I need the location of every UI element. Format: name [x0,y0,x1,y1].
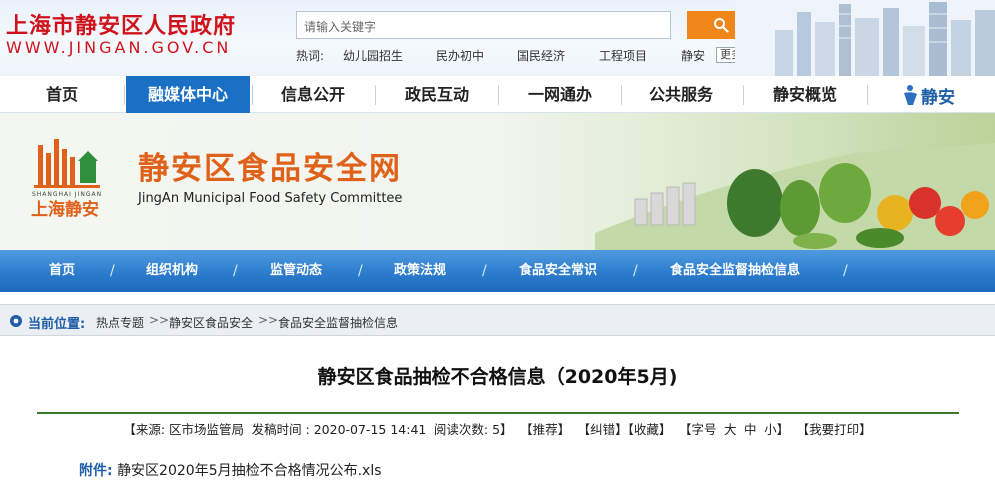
banner-subtitle: JingAn Municipal Food Safety Committee [138,191,403,206]
nav-item-one-stop[interactable]: 一网通办 [500,76,620,113]
nav-item-media-center[interactable]: 融媒体中心 [126,76,250,113]
hot-word-link[interactable]: 静安 [681,47,705,64]
subnav-item-home[interactable]: 首页 [49,250,75,292]
hot-words-label: 热词: [296,49,325,63]
subnav-item-supervision-news[interactable]: 监管动态 [270,250,322,292]
jingan-logo-text: 静安 [921,87,955,108]
hot-word-link[interactable]: 幼儿园招生 [343,47,403,64]
subnav-item-food-safety-knowledge[interactable]: 食品安全常识 [519,250,597,292]
emblem-caption-cn: 上海静安 [31,199,99,220]
subnav-item-inspection-info[interactable]: 食品安全监督抽检信息 [670,250,800,292]
jingan-logo[interactable]: 静安 [902,80,955,110]
nav-divider [124,85,125,105]
print-link[interactable]: 【我要打印】 [797,422,872,437]
subnav-divider: / [110,263,115,279]
jingan-emblem-logo: SHANGHAI JINGAN 上海静安 [31,139,102,220]
city-skyline-illustration [735,0,995,76]
emblem-caption-en: SHANGHAI JINGAN [32,191,102,198]
breadcrumb-label: 当前位置: [28,317,86,332]
breadcrumb-link[interactable]: 食品安全监督抽检信息 [278,314,398,331]
nav-divider [867,85,868,105]
title-divider [37,412,959,414]
error-report-link[interactable]: 【纠错】 [578,422,628,437]
attachment-link[interactable]: 静安区2020年5月抽检不合格情况公布.xls [117,463,381,479]
font-size-label: 【字号 [678,422,717,437]
nav-divider [498,85,499,105]
subnav-divider: / [843,263,848,279]
nav-divider [743,85,744,105]
breadcrumb-separator: >> [149,313,170,327]
nav-item-home[interactable]: 首页 [2,76,122,113]
favorite-link[interactable]: 【收藏】 [628,422,672,437]
breadcrumb: 当前位置: 热点专题 >> 静安区食品安全 >> 食品安全监督抽检信息 [0,304,995,336]
jingan-logo-icon [904,85,917,105]
location-pin-icon [10,315,22,327]
sub-nav: 首页 / 组织机构 / 监管动态 / 政策法规 / 食品安全常识 / 食品安全监… [0,250,995,292]
breadcrumb-link[interactable]: 热点专题 [96,314,144,331]
font-size-large[interactable]: 大 [724,422,737,437]
site-url: WWW.JINGAN.GOV.CN [6,38,232,57]
nav-item-public-service[interactable]: 公共服务 [621,76,741,113]
hot-word-link[interactable]: 民办初中 [436,47,484,64]
breadcrumb-link[interactable]: 静安区食品安全 [169,314,253,331]
attachment-row: 附件: 静安区2020年5月抽检不合格情况公布.xls [79,460,382,480]
breadcrumb-separator: >> [258,313,279,327]
subnav-divider: / [358,263,363,279]
search-input[interactable]: 请输入关键字 [296,11,671,39]
vegetables-illustration [595,143,995,250]
attachment-label: 附件: [79,463,113,479]
search-icon [713,18,729,33]
banner: SHANGHAI JINGAN 上海静安 静安区食品安全网 JingAn Mun… [0,113,995,250]
article-meta: 【来源: 区市场监管局 发稿时间 : 2020-07-15 14:41 阅读次数… [0,419,995,438]
subnav-divider: / [482,263,487,279]
font-size-medium[interactable]: 中 [744,422,757,437]
subnav-divider: / [633,263,638,279]
nav-divider [375,85,376,105]
main-nav: 首页 融媒体中心 信息公开 政民互动 一网通办 公共服务 静安概览 静安 [0,76,995,113]
font-size-small[interactable]: 小】 [764,422,789,437]
meta-views: 阅读次数: 5】 [433,422,513,437]
banner-title: 静安区食品安全网 [138,151,402,187]
subnav-divider: / [233,263,238,279]
nav-item-interaction[interactable]: 政民互动 [377,76,497,113]
meta-publish-time: 发稿时间 : 2020-07-15 14:41 [251,422,427,437]
nav-item-info-public[interactable]: 信息公开 [253,76,373,113]
recommend-link[interactable]: 【推荐】 [520,422,570,437]
subnav-item-organization[interactable]: 组织机构 [146,250,198,292]
hot-word-link[interactable]: 工程项目 [599,47,647,64]
article-title: 静安区食品抽检不合格信息（2020年5月) [317,366,678,388]
site-title[interactable]: 上海市静安区人民政府 [6,8,236,40]
top-header: 上海市静安区人民政府 WWW.JINGAN.GOV.CN 请输入关键字 热词: … [0,0,995,76]
nav-item-overview[interactable]: 静安概览 [745,76,865,113]
meta-source: 【来源: 区市场监管局 [123,422,245,437]
subnav-item-policies[interactable]: 政策法规 [394,250,446,292]
hot-word-link[interactable]: 国民经济 [517,47,565,64]
